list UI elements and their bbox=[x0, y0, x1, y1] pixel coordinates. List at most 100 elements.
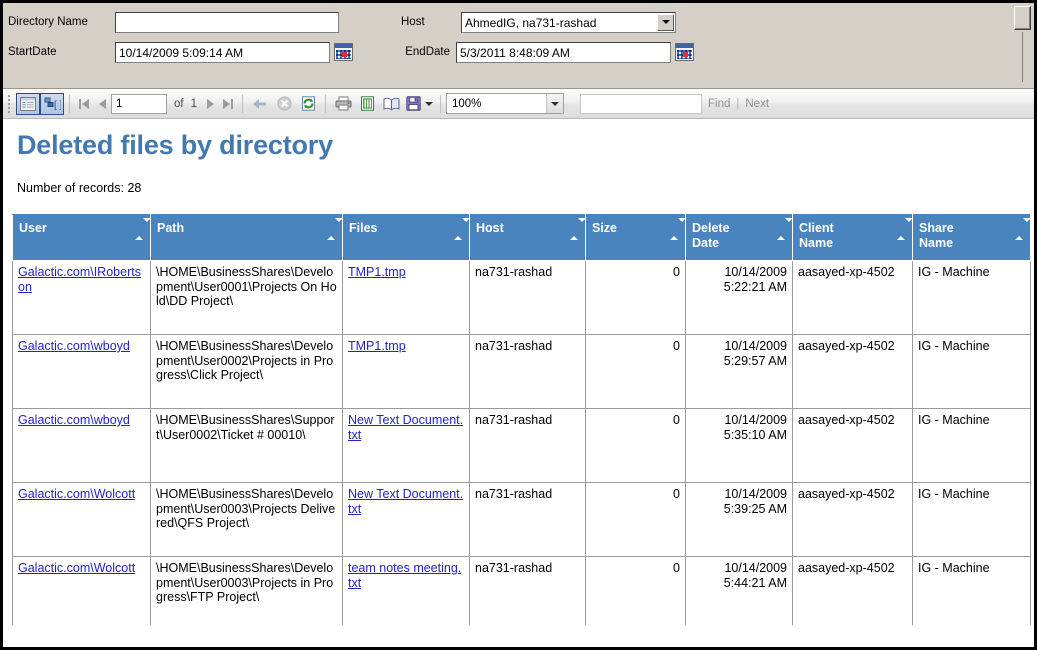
stop-button[interactable] bbox=[272, 93, 296, 115]
export-dropdown-button[interactable] bbox=[423, 93, 435, 115]
page-title: Deleted files by directory bbox=[17, 130, 333, 160]
cell-user[interactable]: Galactic.com\IRobertson bbox=[12, 260, 151, 335]
parameters-scrollbar[interactable] bbox=[1014, 6, 1031, 82]
file-link[interactable]: TMP1.tmp bbox=[348, 339, 406, 353]
first-page-button[interactable] bbox=[75, 94, 93, 114]
user-link[interactable]: Galactic.com\wboyd bbox=[18, 413, 130, 427]
document-map-toggle-button[interactable]: [ ] bbox=[40, 92, 64, 115]
user-link[interactable]: Galactic.com\wboyd bbox=[18, 339, 130, 353]
find-next-button[interactable]: Next bbox=[739, 98, 775, 110]
file-link[interactable]: New Text Document.txt bbox=[348, 487, 463, 516]
column-header-label: User bbox=[19, 221, 47, 235]
cell-path: \HOME\BusinessShares\Development\User000… bbox=[150, 556, 343, 625]
zoom-select[interactable]: 100% bbox=[446, 93, 564, 114]
column-header-user[interactable]: User bbox=[12, 214, 151, 261]
cell-size: 0 bbox=[585, 334, 686, 409]
cell-size: 0 bbox=[585, 408, 686, 483]
back-to-parent-button[interactable] bbox=[248, 93, 272, 115]
column-header-path[interactable]: Path bbox=[150, 214, 343, 261]
sort-toggle-icon[interactable] bbox=[670, 218, 686, 240]
page-setup-button[interactable] bbox=[355, 93, 379, 115]
cell-files[interactable]: New Text Document.txt bbox=[342, 482, 470, 557]
cell-files[interactable]: team notes meeting.txt bbox=[342, 556, 470, 625]
column-header-label: Share Name bbox=[919, 221, 954, 250]
directory-name-input[interactable] bbox=[115, 11, 339, 33]
cell-files[interactable]: TMP1.tmp bbox=[342, 334, 470, 409]
user-link[interactable]: Galactic.com\IRobertson bbox=[18, 265, 141, 294]
sort-toggle-icon[interactable] bbox=[570, 218, 586, 240]
sort-toggle-icon[interactable] bbox=[327, 218, 343, 240]
host-select[interactable]: AhmedIG, na731-rashad bbox=[461, 11, 676, 33]
table-row: Galactic.com\IRobertson \HOME\BusinessSha… bbox=[12, 260, 1031, 335]
parameters-pane-toggle-button[interactable] bbox=[16, 92, 40, 115]
of-label: of bbox=[174, 97, 184, 110]
print-layout-icon bbox=[383, 97, 399, 111]
cell-size: 0 bbox=[585, 260, 686, 335]
cell-files[interactable]: New Text Document.txt bbox=[342, 408, 470, 483]
cell-path: \HOME\BusinessShares\Development\User000… bbox=[150, 334, 343, 409]
column-header-files[interactable]: Files bbox=[342, 214, 470, 261]
cell-delete_date: 10/14/2009 5:39:25 AM bbox=[685, 482, 793, 557]
page-number-input[interactable] bbox=[111, 93, 167, 114]
cell-size: 0 bbox=[585, 556, 686, 625]
cell-delete_date: 10/14/2009 5:44:21 AM bbox=[685, 556, 793, 625]
previous-page-button[interactable] bbox=[93, 94, 111, 114]
stop-icon bbox=[277, 96, 291, 111]
chevron-down-icon[interactable] bbox=[657, 13, 674, 31]
toolbar-grip-icon[interactable] bbox=[7, 94, 13, 113]
table-body: Galactic.com\IRobertson \HOME\BusinessSha… bbox=[12, 260, 1031, 625]
cell-user[interactable]: Galactic.com\Wolcott bbox=[12, 482, 151, 557]
cell-files[interactable]: TMP1.tmp bbox=[342, 260, 470, 335]
column-header-client_name[interactable]: Client Name bbox=[792, 214, 913, 261]
cell-client_name: aasayed-xp-4502 bbox=[792, 482, 913, 557]
cell-user[interactable]: Galactic.com\wboyd bbox=[12, 334, 151, 409]
cell-user[interactable]: Galactic.com\Wolcott bbox=[12, 556, 151, 625]
find-button[interactable]: Find bbox=[702, 98, 736, 110]
export-button[interactable] bbox=[403, 93, 423, 115]
print-layout-button[interactable] bbox=[379, 93, 403, 115]
sort-toggle-icon[interactable] bbox=[135, 218, 151, 240]
report-toolbar: [ ] of 1 bbox=[3, 89, 1034, 119]
cell-share_name: IG - Machine bbox=[912, 556, 1031, 625]
find-input[interactable] bbox=[580, 93, 702, 114]
file-link[interactable]: team notes meeting.txt bbox=[348, 561, 461, 590]
column-header-size[interactable]: Size bbox=[585, 214, 686, 261]
column-header-share_name[interactable]: Share Name bbox=[912, 214, 1031, 261]
column-header-label: Host bbox=[476, 221, 504, 235]
sort-toggle-icon[interactable] bbox=[777, 218, 793, 240]
user-link[interactable]: Galactic.com\Wolcott bbox=[18, 487, 135, 501]
cell-delete_date: 10/14/2009 5:22:21 AM bbox=[685, 260, 793, 335]
back-to-parent-icon bbox=[253, 98, 266, 109]
user-link[interactable]: Galactic.com\Wolcott bbox=[18, 561, 135, 575]
file-link[interactable]: New Text Document.txt bbox=[348, 413, 463, 442]
refresh-button[interactable] bbox=[296, 93, 320, 115]
column-header-label: Files bbox=[349, 221, 378, 235]
file-link[interactable]: TMP1.tmp bbox=[348, 265, 406, 279]
last-page-button[interactable] bbox=[219, 94, 237, 114]
previous-page-icon bbox=[98, 98, 106, 109]
sort-toggle-icon[interactable] bbox=[454, 218, 470, 240]
cell-share_name: IG - Machine bbox=[912, 334, 1031, 409]
scrollbar-track[interactable] bbox=[1022, 32, 1023, 82]
cell-share_name: IG - Machine bbox=[912, 260, 1031, 335]
page-setup-icon bbox=[360, 96, 374, 111]
sort-toggle-icon[interactable] bbox=[1015, 218, 1031, 240]
directory-name-label: Directory Name bbox=[8, 16, 88, 28]
calendar-icon[interactable] bbox=[675, 43, 694, 61]
cell-share_name: IG - Machine bbox=[912, 408, 1031, 483]
calendar-icon[interactable] bbox=[334, 43, 353, 61]
column-header-delete_date[interactable]: Delete Date bbox=[685, 214, 793, 261]
sort-toggle-icon[interactable] bbox=[897, 218, 913, 240]
cell-user[interactable]: Galactic.com\wboyd bbox=[12, 408, 151, 483]
cell-share_name: IG - Machine bbox=[912, 482, 1031, 557]
column-header-host[interactable]: Host bbox=[469, 214, 586, 261]
start-date-input[interactable] bbox=[115, 41, 330, 63]
print-button[interactable] bbox=[331, 93, 355, 115]
chevron-down-icon[interactable] bbox=[546, 94, 563, 113]
table-row: Galactic.com\Wolcott \HOME\BusinessShares… bbox=[12, 482, 1031, 557]
end-date-input[interactable] bbox=[456, 41, 671, 63]
next-page-button[interactable] bbox=[201, 94, 219, 114]
start-date-label: StartDate bbox=[8, 46, 57, 58]
table-row: Galactic.com\Wolcott \HOME\BusinessShares… bbox=[12, 556, 1031, 625]
scrollbar-thumb[interactable] bbox=[1014, 6, 1031, 30]
